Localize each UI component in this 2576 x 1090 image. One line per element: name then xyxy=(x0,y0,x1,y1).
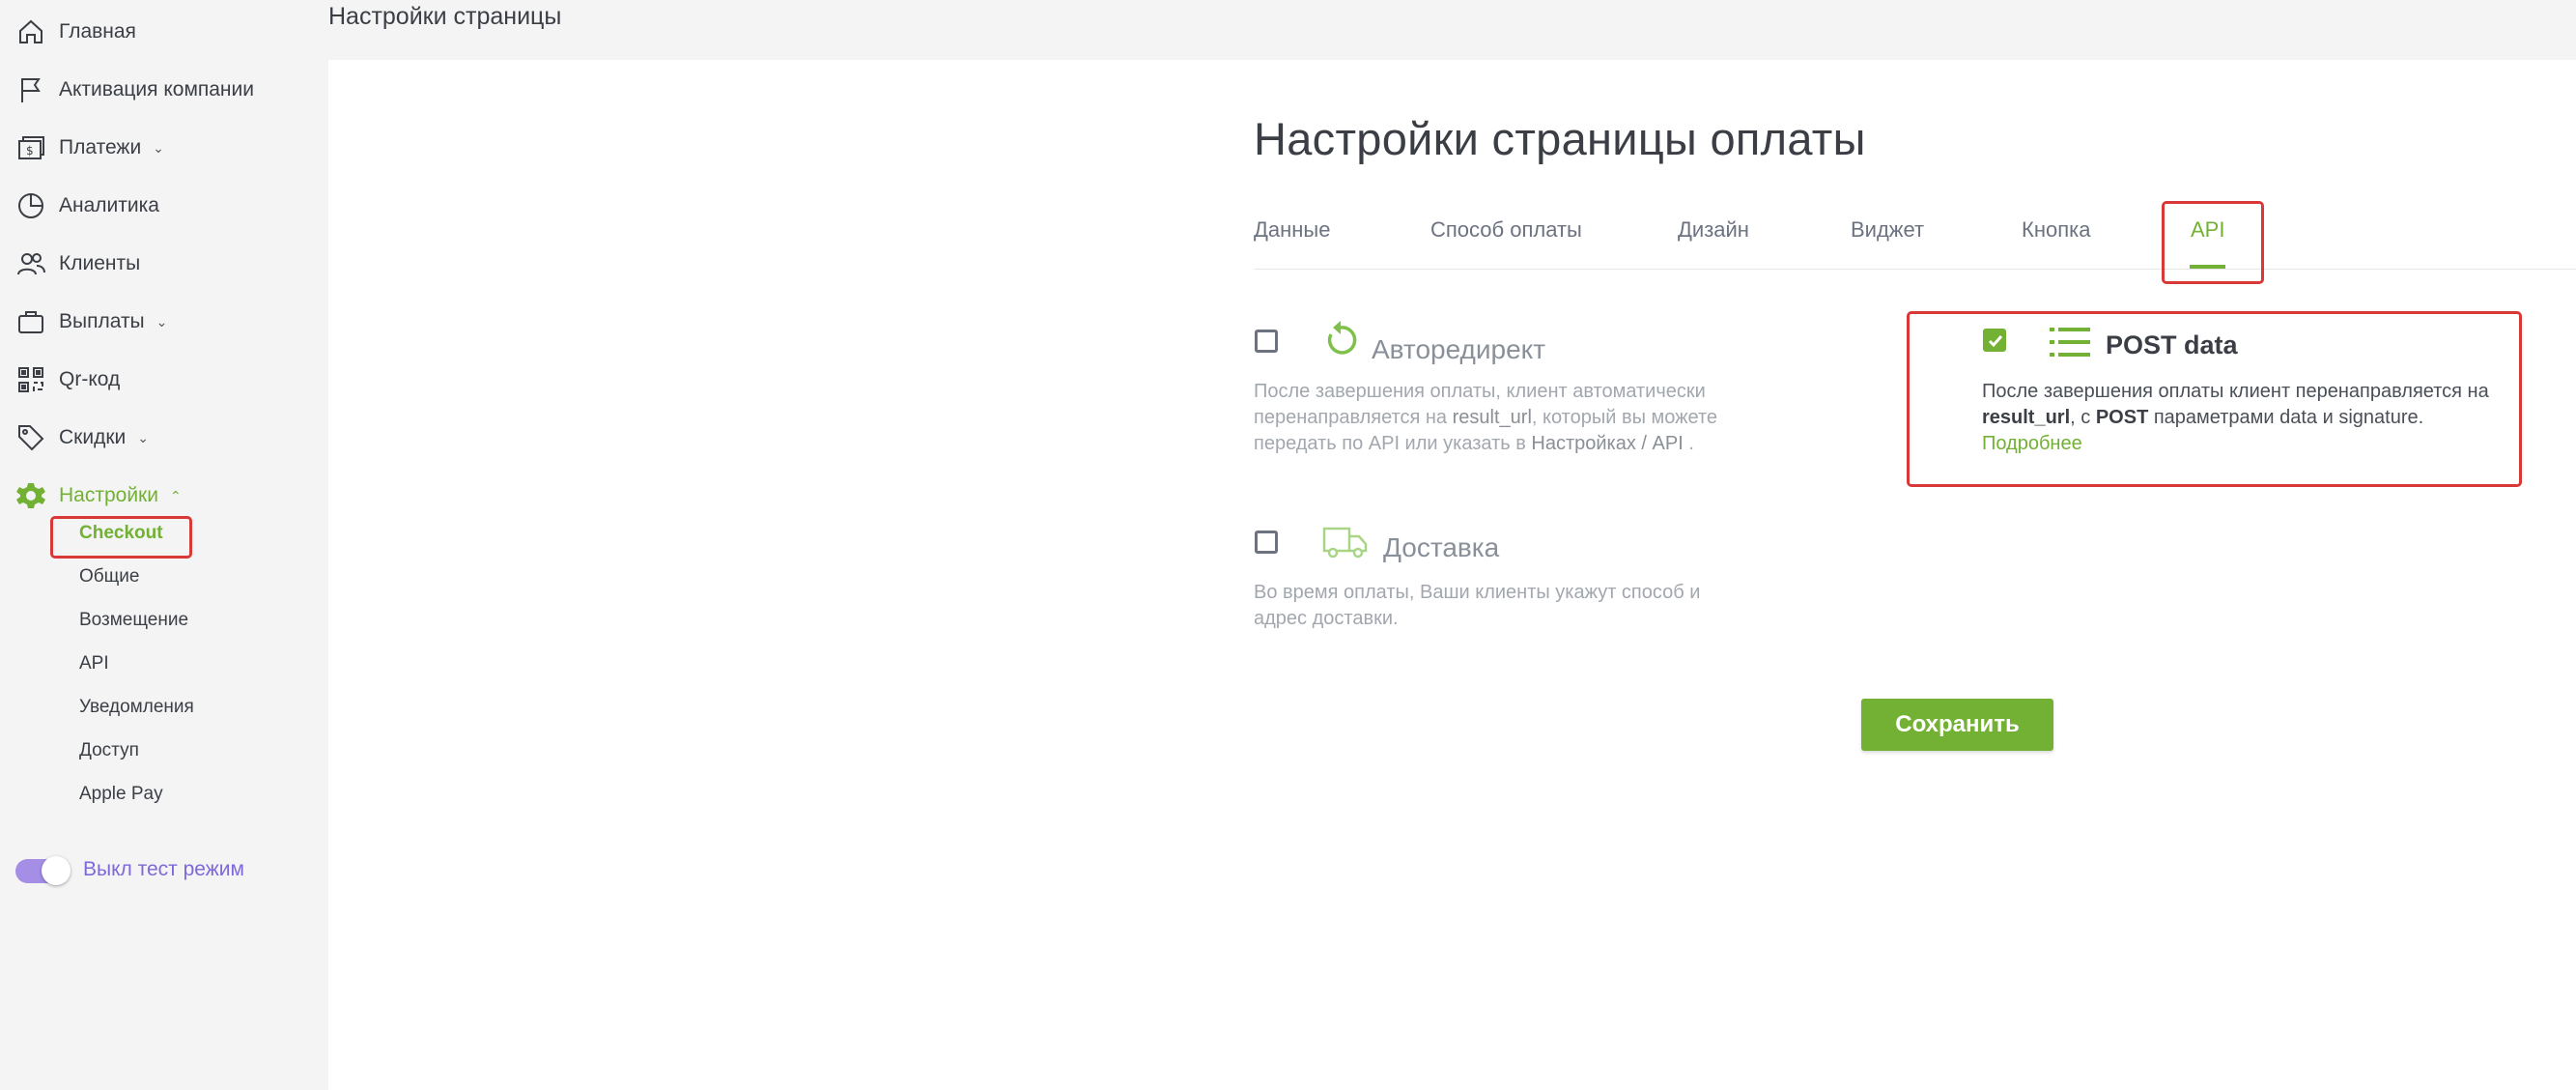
sidebar-item-home[interactable]: Главная xyxy=(15,13,136,51)
delivery-truck-icon xyxy=(1322,527,1368,559)
autoredirect-description: После завершения оплаты, клиент автомати… xyxy=(1254,381,1718,454)
delivery-description: Во время оплаты, Ваши клиенты укажут спо… xyxy=(1254,582,1701,629)
svg-text:$: $ xyxy=(26,144,34,158)
briefcase-icon xyxy=(18,311,43,333)
delivery-checkbox[interactable] xyxy=(1255,531,1278,554)
sidebar-item-analytics[interactable]: Аналитика xyxy=(15,186,159,225)
gear-icon xyxy=(16,483,45,508)
sidebar-item-label: Qr-код xyxy=(59,368,121,390)
page-title: Настройки страницы xyxy=(328,3,562,30)
sidebar-item-payments[interactable]: $ Платежи ⌄ xyxy=(15,129,164,167)
redirect-icon xyxy=(1327,321,1357,355)
autoredirect-title: Авторедирект xyxy=(1372,334,1546,364)
sidebar-item-label: Выплаты xyxy=(59,310,145,332)
checkmark-icon xyxy=(1988,335,2003,348)
test-mode-label: Выкл тест режим xyxy=(83,858,244,880)
tag-icon xyxy=(18,425,44,451)
sidebar-item-label: Главная xyxy=(59,20,136,43)
sidebar-item-label: Скидки xyxy=(59,426,127,448)
tab-design[interactable]: Дизайн xyxy=(1678,217,1749,243)
sidebar-item-company-activation[interactable]: Активация компании xyxy=(15,71,254,109)
post-data-title: POST data xyxy=(2106,330,2238,359)
post-data-checkbox[interactable] xyxy=(1983,329,2006,352)
more-link[interactable]: Подробнее xyxy=(1982,433,2082,454)
autoredirect-checkbox[interactable] xyxy=(1255,330,1278,353)
sidebar-item-label: Настройки xyxy=(59,484,158,506)
chevron-down-icon: ⌄ xyxy=(137,429,149,445)
delivery-title: Доставка xyxy=(1383,532,1500,562)
sidebar-item-label: Аналитика xyxy=(59,194,159,216)
qr-code-icon xyxy=(18,367,43,392)
tabs-divider xyxy=(1254,269,2576,270)
sidebar-item-settings[interactable]: Настройки ⌃ xyxy=(15,476,182,515)
sidebar-subitem-notifications[interactable]: Уведомления xyxy=(79,697,194,718)
save-button[interactable]: Сохранить xyxy=(1861,699,2053,751)
chevron-down-icon: ⌄ xyxy=(156,313,168,330)
highlight-box-checkout xyxy=(50,516,192,559)
sidebar: Главная Активация компании $ Платежи ⌄ А… xyxy=(0,0,293,1090)
users-icon xyxy=(17,253,45,275)
sidebar-item-label: Активация компании xyxy=(59,78,254,100)
flag-icon xyxy=(21,78,41,102)
list-icon xyxy=(2050,328,2090,357)
tab-button[interactable]: Кнопка xyxy=(2022,217,2090,243)
test-mode-toggle[interactable] xyxy=(15,856,71,885)
sidebar-subitem-general[interactable]: Общие xyxy=(79,566,139,588)
sidebar-subitem-access[interactable]: Доступ xyxy=(79,740,139,761)
payments-icon: $ xyxy=(18,136,44,159)
tab-payment-method[interactable]: Способ оплаты xyxy=(1430,217,1582,243)
sidebar-item-clients[interactable]: Клиенты xyxy=(15,244,140,283)
chevron-down-icon: ⌄ xyxy=(153,139,164,156)
sidebar-item-payouts[interactable]: Выплаты ⌄ xyxy=(15,302,167,341)
tab-data[interactable]: Данные xyxy=(1254,217,1330,243)
sidebar-item-qr-code[interactable]: Qr-код xyxy=(15,360,120,399)
highlight-box-api-tab xyxy=(2162,201,2264,284)
tab-widget[interactable]: Виджет xyxy=(1851,217,1924,243)
sidebar-subitem-apple-pay[interactable]: Apple Pay xyxy=(79,784,163,805)
home-icon xyxy=(19,19,42,43)
sidebar-subitem-api[interactable]: API xyxy=(79,653,109,674)
analytics-icon xyxy=(18,193,43,218)
sidebar-item-label: Клиенты xyxy=(59,252,141,274)
chevron-up-icon: ⌃ xyxy=(169,487,182,503)
sidebar-item-discounts[interactable]: Скидки ⌄ xyxy=(15,418,149,457)
toggle-knob xyxy=(42,856,71,885)
post-data-description: После завершения оплаты клиент перенапра… xyxy=(1982,381,2489,454)
settings-heading: Настройки страницы оплаты xyxy=(1254,113,1866,164)
sidebar-item-label: Платежи xyxy=(59,136,142,158)
sidebar-subitem-refunds[interactable]: Возмещение xyxy=(79,610,188,631)
